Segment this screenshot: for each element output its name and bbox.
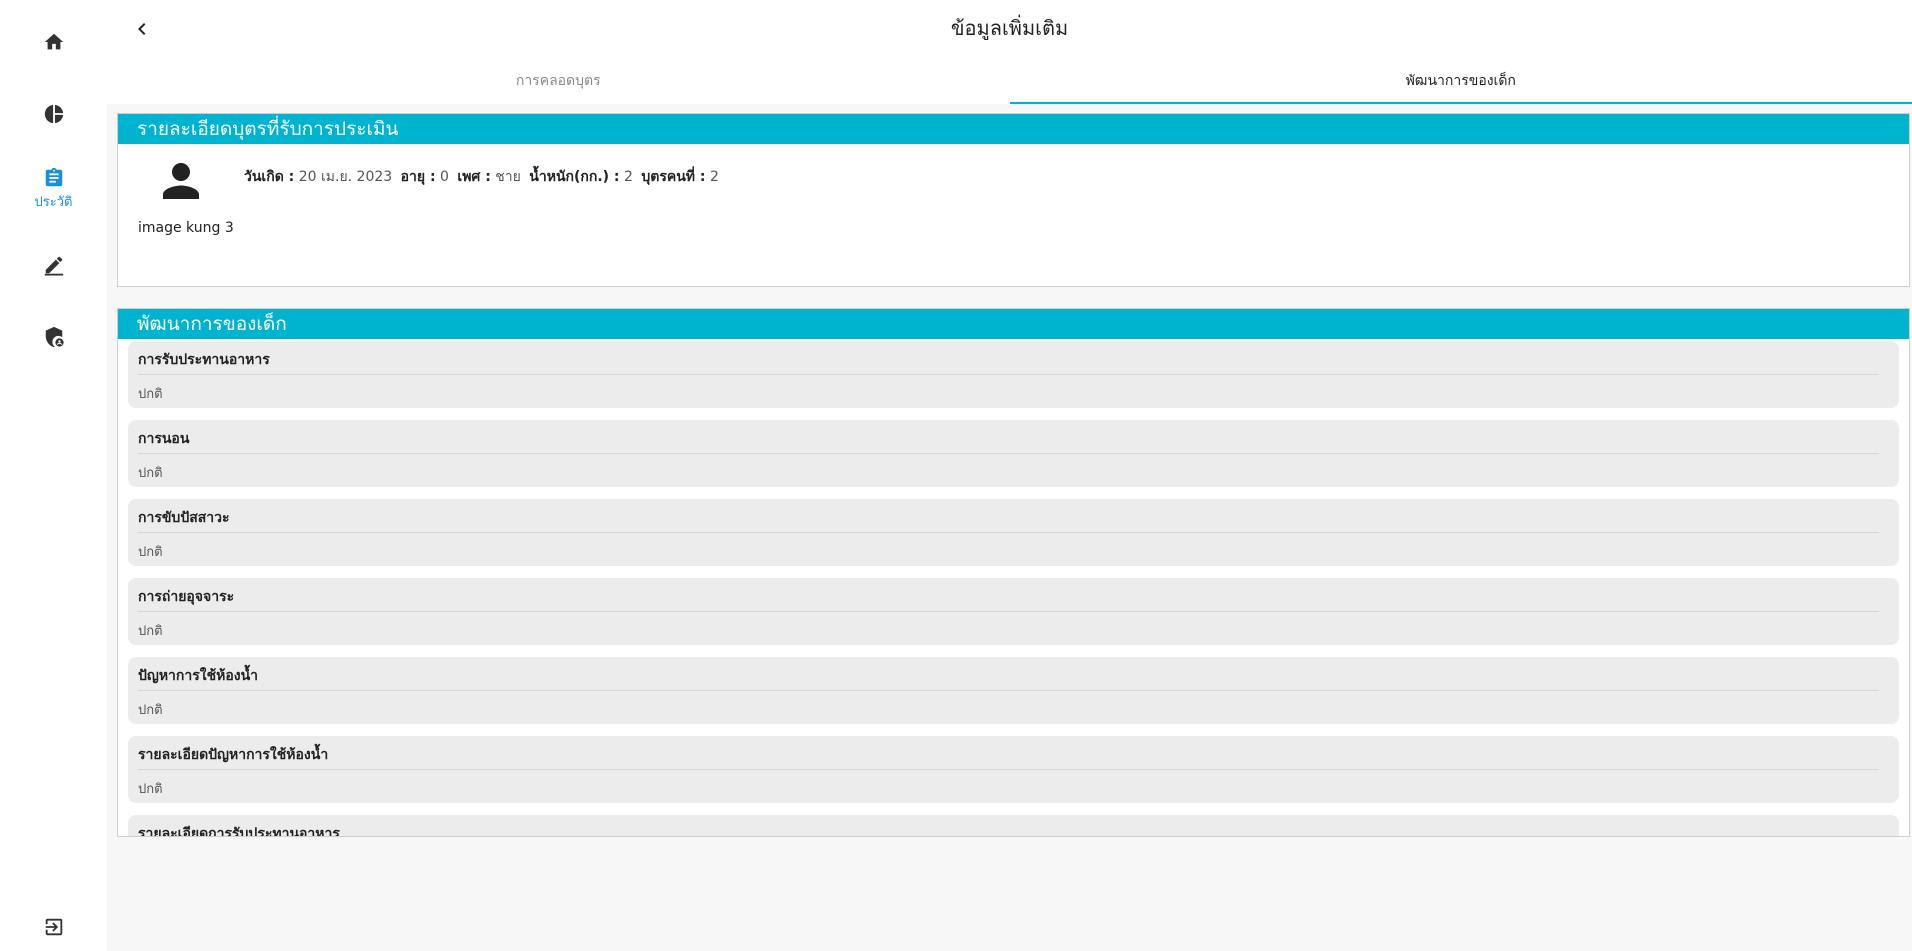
development-item: การถ่ายอุจจาระ ปกติ — [128, 578, 1899, 645]
nav-history[interactable]: ประวัติ — [0, 167, 107, 212]
main-content: ข้อมูลเพิ่มเติม การคลอดบุตร พัฒนาการของเ… — [107, 0, 1912, 951]
nav-home[interactable] — [0, 31, 107, 53]
development-item: ปัญหาการใช้ห้องน้ำ ปกติ — [128, 657, 1899, 724]
birth-value: 20 เม.ย. 2023 — [298, 169, 393, 185]
sex-label: เพศ : — [457, 169, 491, 185]
development-item: รายละเอียดปัญหาการใช้ห้องน้ำ ปกติ — [128, 736, 1899, 803]
tab-bar: การคลอดบุตร พัฒนาการของเด็ก — [107, 62, 1912, 104]
pencil-icon — [44, 256, 63, 276]
page-title: ข้อมูลเพิ่มเติม — [950, 16, 1069, 40]
sex-value: ชาย — [495, 169, 521, 185]
home-icon — [44, 33, 63, 50]
age-label: อายุ : — [400, 169, 436, 185]
logout-icon — [45, 918, 62, 936]
child-name: image kung 3 — [138, 220, 234, 236]
child-detail-title: รายละเอียดบุตรที่รับการประเมิน — [118, 114, 1909, 144]
development-answer: ปกติ — [138, 466, 163, 481]
development-question: การขับปัสสาวะ — [138, 507, 1879, 533]
development-question: รายละเอียดการรับประทานอาหาร — [138, 823, 1879, 836]
birth-label: วันเกิด : — [244, 169, 295, 185]
person-icon — [163, 163, 199, 199]
sidebar: ประวัติ — [0, 0, 107, 951]
child-profile: image kung 3 — [138, 154, 234, 236]
child-order-value: 2 — [709, 169, 719, 185]
pie-chart-icon — [44, 104, 63, 124]
tab-child-development[interactable]: พัฒนาการของเด็ก — [1009, 62, 1912, 104]
development-card: พัฒนาการของเด็ก การรับประทานอาหาร ปกติ ก… — [117, 308, 1910, 837]
tab-birth[interactable]: การคลอดบุตร — [107, 62, 1010, 104]
child-info-line: วันเกิด : 20 เม.ย. 2023 อายุ : 0 เพศ : ช… — [244, 166, 723, 188]
child-order-label: บุตรคนที่ : — [641, 169, 706, 185]
weight-label: น้ำหนัก(กก.) : — [529, 169, 620, 185]
development-item: การขับปัสสาวะ ปกติ — [128, 499, 1899, 566]
development-item: การนอน ปกติ — [128, 420, 1899, 487]
top-bar: ข้อมูลเพิ่มเติม การคลอดบุตร พัฒนาการของเ… — [107, 0, 1912, 104]
nav-dashboard[interactable] — [0, 103, 107, 125]
weight-value: 2 — [623, 169, 633, 185]
development-answer: ปกติ — [138, 782, 163, 797]
development-item: รายละเอียดการรับประทานอาหาร — [128, 815, 1899, 836]
development-answer: ปกติ — [138, 624, 163, 639]
development-question: รายละเอียดปัญหาการใช้ห้องน้ำ — [138, 744, 1879, 770]
nav-logout[interactable] — [0, 916, 107, 938]
development-list[interactable]: การรับประทานอาหาร ปกติ การนอน ปกติ การขั… — [118, 339, 1909, 836]
development-answer: ปกติ — [138, 387, 163, 402]
development-answer: ปกติ — [138, 545, 163, 560]
nav-security[interactable] — [0, 326, 107, 348]
shield-user-icon — [45, 326, 64, 348]
development-question: การรับประทานอาหาร — [138, 349, 1879, 375]
child-detail-card: รายละเอียดบุตรที่รับการประเมิน image kun… — [117, 113, 1910, 287]
clipboard-icon — [45, 167, 62, 187]
nav-edit[interactable] — [0, 254, 107, 276]
development-question: ปัญหาการใช้ห้องน้ำ — [138, 665, 1879, 691]
development-question: การนอน — [138, 428, 1879, 454]
development-answer: ปกติ — [138, 703, 163, 718]
nav-history-label: ประวัติ — [34, 195, 73, 210]
development-item: การรับประทานอาหาร ปกติ — [128, 341, 1899, 408]
development-question: การถ่ายอุจจาระ — [138, 586, 1879, 612]
age-value: 0 — [440, 169, 449, 185]
development-title: พัฒนาการของเด็ก — [118, 309, 1909, 339]
